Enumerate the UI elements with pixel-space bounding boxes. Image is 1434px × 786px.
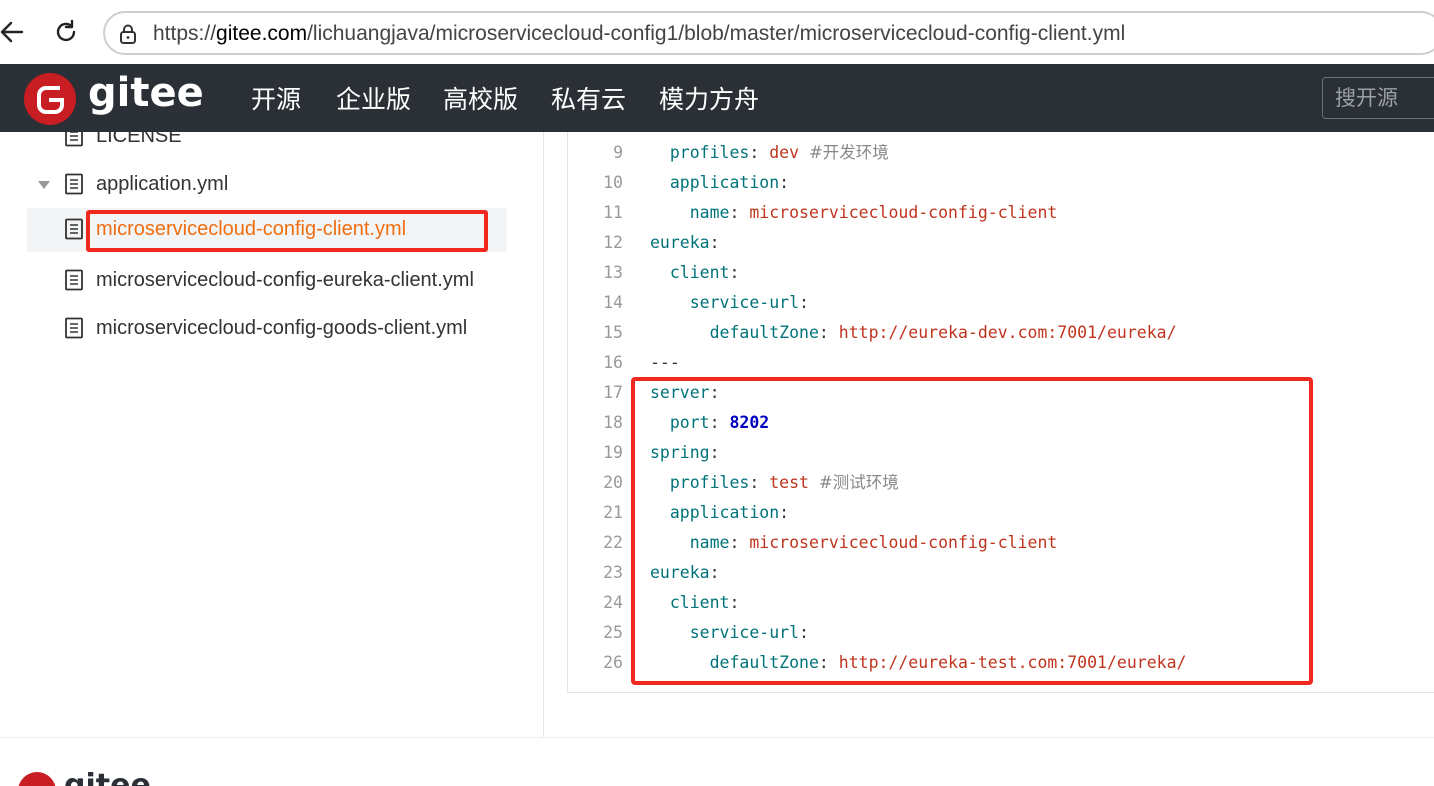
- back-button[interactable]: [0, 14, 30, 50]
- nav-moli-fangzhou[interactable]: 模力方舟: [659, 64, 759, 132]
- annotation-highlight-box: [86, 210, 488, 252]
- line-number[interactable]: 23: [568, 558, 623, 588]
- yaml-key: profiles: [669, 143, 750, 162]
- code-line: 12 eureka:: [568, 228, 1434, 258]
- line-number[interactable]: 13: [568, 258, 623, 288]
- file-item-goods-client-yml[interactable]: microservicecloud-config-goods-client.ym…: [0, 307, 507, 351]
- line-number[interactable]: 21: [568, 498, 623, 528]
- line-number[interactable]: 17: [568, 378, 623, 408]
- gitee-logo-icon[interactable]: [18, 772, 56, 786]
- line-number[interactable]: 12: [568, 228, 623, 258]
- yaml-key: application: [669, 173, 780, 192]
- yaml-value: http://eureka-dev.com:7001/eureka/: [838, 323, 1177, 342]
- lock-icon[interactable]: [117, 23, 139, 45]
- yaml-comment: #开发环境: [808, 143, 889, 162]
- line-number[interactable]: 9: [568, 138, 623, 168]
- url-host: gitee.com: [216, 22, 308, 45]
- code-line: 10 application:: [568, 168, 1434, 198]
- url-path: /lichuangjava/microservicecloud-config1/…: [307, 22, 1126, 45]
- search-input[interactable]: [1323, 78, 1434, 118]
- line-number[interactable]: 19: [568, 438, 623, 468]
- line-number[interactable]: 11: [568, 198, 623, 228]
- search-box[interactable]: [1322, 77, 1434, 119]
- gitee-logo-text[interactable]: gitee: [88, 70, 204, 116]
- back-arrow-icon: [0, 21, 24, 43]
- caret-down-icon[interactable]: [38, 181, 50, 189]
- gitee-logo-icon[interactable]: [24, 73, 76, 125]
- code-content: profiles: dev #开发环境: [650, 138, 889, 168]
- file-icon: [65, 317, 83, 339]
- line-number[interactable]: 20: [568, 468, 623, 498]
- code-line: 9 profiles: dev #开发环境: [568, 138, 1434, 168]
- code-content: name: microservicecloud-config-client: [650, 198, 1058, 228]
- file-icon: [65, 132, 83, 147]
- file-icon: [65, 269, 83, 291]
- code-content: eureka:: [650, 233, 720, 252]
- reload-icon: [56, 19, 76, 42]
- code-line: 16 ---: [568, 348, 1434, 378]
- line-number[interactable]: 24: [568, 588, 623, 618]
- line-number[interactable]: 15: [568, 318, 623, 348]
- reload-button[interactable]: [48, 14, 84, 50]
- code-line: 13 client:: [568, 258, 1434, 288]
- line-number[interactable]: 25: [568, 618, 623, 648]
- file-label: LICENSE: [96, 132, 182, 147]
- code-line: 11 name: microservicecloud-config-client: [568, 198, 1434, 228]
- url-text[interactable]: https://gitee.com/lichuangjava/microserv…: [153, 22, 1125, 46]
- file-item-application-yml[interactable]: application.yml: [0, 163, 507, 207]
- file-label: application.yml: [96, 173, 229, 195]
- file-label: microservicecloud-config-eureka-client.y…: [96, 269, 474, 291]
- yaml-key: defaultZone: [709, 323, 819, 342]
- line-number[interactable]: 14: [568, 288, 623, 318]
- line-number[interactable]: 18: [568, 408, 623, 438]
- file-tree-sidebar: LICENSE application.yml microserviceclou…: [0, 132, 544, 738]
- line-number[interactable]: 16: [568, 348, 623, 378]
- file-icon: [65, 218, 83, 240]
- code-line: 15 defaultZone: http://eureka-dev.com:70…: [568, 318, 1434, 348]
- code-content: defaultZone: http://eureka-dev.com:7001/…: [650, 318, 1177, 348]
- yaml-key: service-url: [689, 293, 800, 312]
- nav-education[interactable]: 高校版: [443, 64, 518, 132]
- nav-private-cloud[interactable]: 私有云: [551, 64, 626, 132]
- code-content: client:: [650, 258, 740, 288]
- footer-logo-text[interactable]: gitee: [64, 768, 151, 786]
- url-scheme: https://: [153, 22, 217, 45]
- line-number[interactable]: 26: [568, 648, 623, 678]
- nav-opensource[interactable]: 开源: [251, 64, 301, 132]
- file-label: microservicecloud-config-goods-client.ym…: [96, 317, 468, 339]
- site-header: gitee 开源 企业版 高校版 私有云 模力方舟: [0, 64, 1434, 132]
- line-number[interactable]: 22: [568, 528, 623, 558]
- yaml-separator: ---: [650, 353, 680, 372]
- yaml-value: microservicecloud-config-client: [749, 203, 1058, 222]
- code-content: service-url:: [650, 288, 809, 318]
- annotation-highlight-box: [631, 377, 1313, 685]
- address-bar[interactable]: https://gitee.com/lichuangjava/microserv…: [103, 11, 1434, 55]
- file-icon: [65, 173, 83, 195]
- code-content: ---: [650, 348, 680, 378]
- code-line: 14 service-url:: [568, 288, 1434, 318]
- nav-enterprise[interactable]: 企业版: [336, 64, 411, 132]
- yaml-value: dev: [769, 143, 800, 162]
- code-content: application:: [650, 168, 789, 198]
- line-number[interactable]: 10: [568, 168, 623, 198]
- file-item-license[interactable]: LICENSE: [0, 132, 507, 159]
- file-item-eureka-client-yml[interactable]: microservicecloud-config-eureka-client.y…: [0, 259, 507, 303]
- browser-toolbar: https://gitee.com/lichuangjava/microserv…: [0, 0, 1434, 64]
- yaml-key: client: [669, 263, 730, 282]
- site-footer: gitee: [0, 737, 1434, 786]
- yaml-key: name: [689, 203, 730, 222]
- yaml-key: eureka: [650, 233, 710, 252]
